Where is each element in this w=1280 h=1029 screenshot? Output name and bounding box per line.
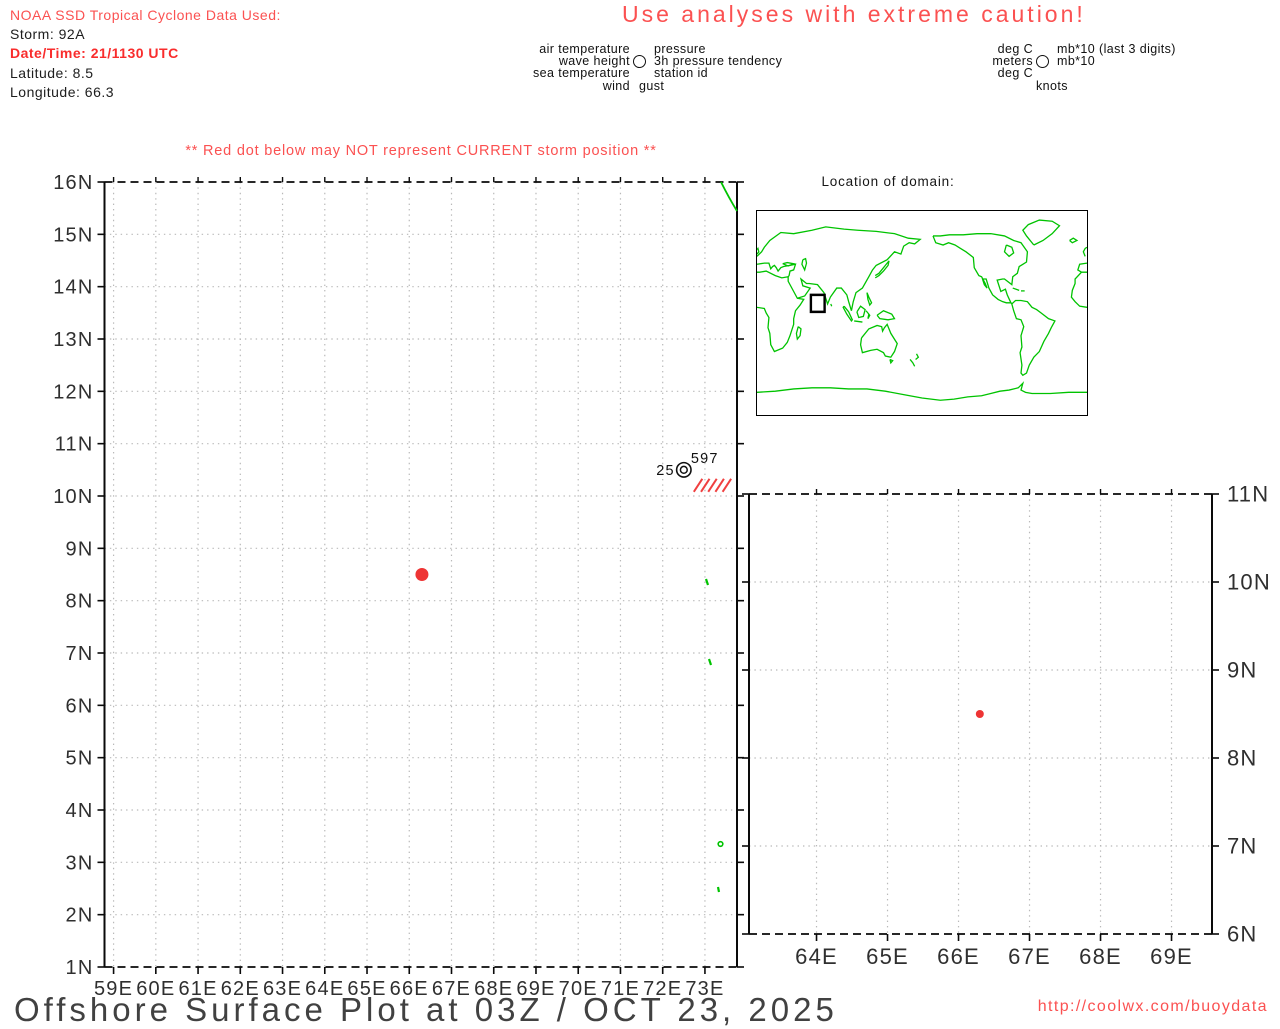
y-tick-label: 8N: [1227, 746, 1258, 771]
station-pressure-value: 597: [691, 451, 719, 467]
storm-position-dot: [415, 568, 429, 581]
main-offshore-surface-plot: 59E 60E 61E 62E 63E 64E 65E 66E 67E 68E 69E 70E 71E 7…: [53, 172, 744, 1000]
x-tick-label: 67E: [1008, 944, 1051, 969]
y-tick-label: 3N: [66, 852, 94, 874]
gust-hatch-icon: [714, 478, 725, 493]
y-tick-label: 16N: [53, 172, 93, 194]
y-tick-label: 10N: [53, 486, 93, 508]
x-tick-label: 66E: [937, 944, 980, 969]
island-speck: [717, 840, 724, 848]
x-tick-label: 68E: [1079, 944, 1122, 969]
station-report: 25 597: [656, 451, 732, 493]
y-tick-label: 11N: [1227, 482, 1269, 507]
y-tick-label: 15N: [53, 224, 93, 246]
storm-position-dot: [975, 710, 984, 718]
x-tick-label: 69E: [1150, 944, 1193, 969]
plot-title: Offshore Surface Plot at 03Z / OCT 23, 2…: [14, 991, 838, 1028]
gust-hatch-icon: [692, 478, 704, 493]
station-left-value: 25: [656, 463, 675, 479]
y-tick-label: 7N: [1227, 834, 1258, 859]
y-tick-label: 14N: [53, 277, 93, 299]
gust-hatch-icon: [707, 478, 718, 493]
y-tick-label: 9N: [1227, 658, 1258, 683]
y-tick-label: 7N: [66, 643, 94, 665]
y-tick-label: 2N: [66, 905, 94, 927]
x-tick-label: 64E: [795, 944, 838, 969]
y-tick-label: 4N: [66, 800, 94, 822]
y-tick-label: 12N: [53, 381, 93, 403]
india-coast-fragment: [720, 181, 738, 212]
y-tick-label: 6N: [66, 695, 94, 717]
station-inner-circle-icon: [679, 465, 688, 474]
island-speck: [707, 658, 713, 666]
station-outer-circle-icon: [675, 461, 692, 478]
zoomed-offshore-surface-plot: 64E 65E 66E 67E 68E 69E 6N 7N 8N 9N 10N 11N: [742, 482, 1271, 969]
y-tick-label: 9N: [66, 538, 94, 560]
y-tick-label: 6N: [1227, 922, 1258, 947]
coastline-fragments: [704, 181, 738, 893]
y-tick-label: 1N: [66, 957, 94, 979]
y-tick-label: 5N: [66, 748, 94, 770]
island-speck: [716, 886, 721, 893]
x-tick-label: 65E: [866, 944, 909, 969]
source-url-link[interactable]: http://coolwx.com/buoydata: [1038, 998, 1268, 1016]
gust-hatch-icon: [721, 478, 732, 493]
y-tick-label: 11N: [55, 434, 94, 456]
island-speck: [704, 578, 710, 586]
y-tick-label: 10N: [1227, 570, 1271, 595]
surface-plots-canvas: 59E 60E 61E 62E 63E 64E 65E 66E 67E 68E 69E 70E 71E 7…: [53, 172, 1271, 1000]
y-tick-label: 13N: [53, 329, 93, 351]
y-tick-label: 8N: [66, 591, 94, 613]
